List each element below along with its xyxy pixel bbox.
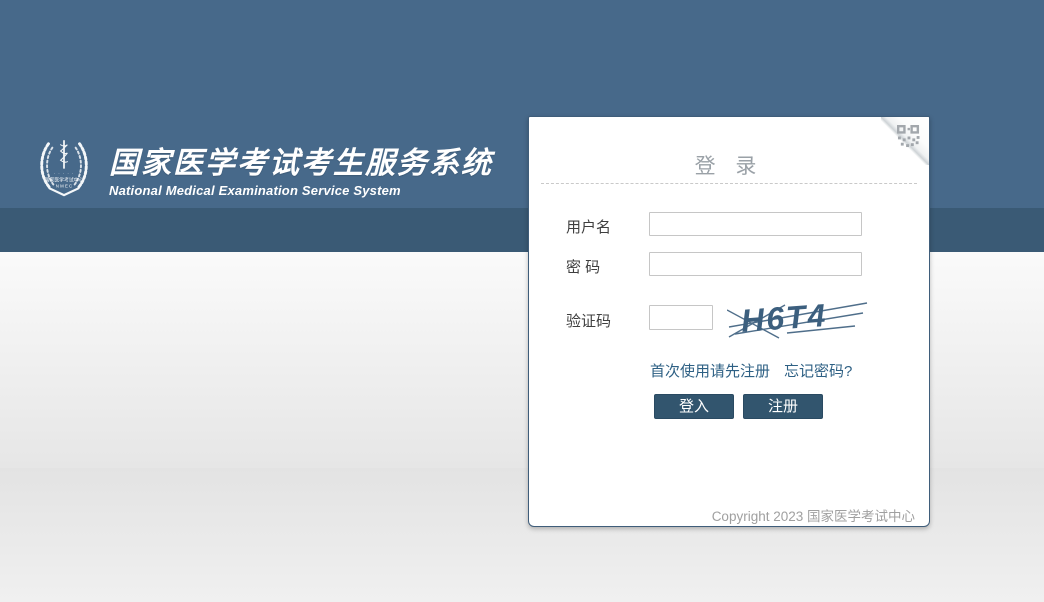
password-label: 密 码 — [566, 259, 601, 276]
forgot-password-link[interactable]: 忘记密码? — [784, 360, 852, 381]
captcha-image[interactable]: H6T4 — [727, 293, 869, 341]
username-input[interactable] — [649, 212, 862, 236]
svg-text:H6T4: H6T4 — [740, 297, 829, 339]
page: · · · · · 国家医学考试中心 N M E C 国家医学考试考生服务系统 … — [0, 0, 1044, 602]
links-row: 首次使用请先注册 忘记密码? — [650, 360, 852, 381]
login-title: 登 录 — [694, 155, 764, 178]
svg-text:· · · · ·: · · · · · — [54, 171, 75, 176]
nmec-emblem-logo: · · · · · 国家医学考试中心 N M E C — [40, 140, 88, 197]
login-button[interactable]: 登入 — [654, 394, 734, 419]
copyright-text: Copyright 2023 国家医学考试中心 — [711, 509, 915, 524]
password-input[interactable] — [649, 252, 862, 276]
captcha-label: 验证码 — [566, 313, 612, 330]
captcha-input[interactable] — [649, 305, 713, 330]
divider — [541, 183, 917, 184]
svg-text:N M E C: N M E C — [56, 183, 72, 188]
username-label: 用户名 — [566, 219, 612, 236]
site-title: 国家医学考试考生服务系统 — [109, 147, 493, 180]
login-panel: 登 录 用户名 密 码 验证码 H6T4 首次使用请先注册 忘记密码? 登入 注… — [528, 116, 930, 527]
qr-code-icon[interactable] — [897, 125, 920, 148]
brand: · · · · · 国家医学考试中心 N M E C 国家医学考试考生服务系统 … — [33, 136, 493, 200]
register-hint-link[interactable]: 首次使用请先注册 — [650, 360, 770, 381]
brand-text: 国家医学考试考生服务系统 National Medical Examinatio… — [109, 138, 493, 198]
register-button[interactable]: 注册 — [743, 394, 823, 419]
site-subtitle: National Medical Examination Service Sys… — [109, 183, 401, 198]
